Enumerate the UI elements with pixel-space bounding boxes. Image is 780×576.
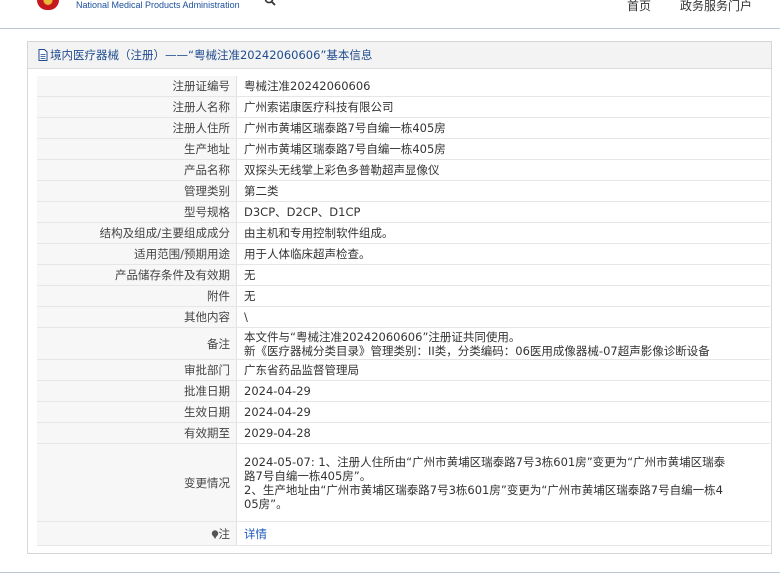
row-value: 第二类 — [236, 180, 770, 202]
row-key: 生效日期 — [37, 401, 237, 423]
table-row: 型号规格 D3CP、D2CP、D1CP — [37, 201, 770, 223]
table-row: 生产地址 广州市黄埔区瑞泰路7号自编一栋405房 — [37, 138, 770, 160]
row-value-line: 用于人体临床超声检查。 — [244, 247, 371, 261]
row-value-line: 第二类 — [244, 184, 279, 198]
row-key: 其他内容 — [37, 306, 237, 328]
document-icon — [38, 49, 48, 61]
row-key: 注 — [37, 521, 237, 546]
row-value: 详情 — [236, 521, 770, 546]
row-value-line: 2024-04-29 — [244, 405, 311, 419]
row-value: 粤械注准20242060606 — [236, 76, 770, 97]
panel-title: 境内医疗器械（注册）——“粤械注准20242060606”基本信息 — [50, 48, 373, 62]
national-emblem-icon — [37, 0, 59, 10]
table-row: 变更情况 2024-05-07: 1、注册人住所由“广州市黄埔区瑞泰路7号3栋60… — [37, 443, 770, 522]
row-value-line: 2029-04-28 — [244, 426, 311, 440]
row-key: 附件 — [37, 285, 237, 307]
row-value: 无 — [236, 285, 770, 307]
pin-icon — [211, 529, 218, 539]
table-row: 有效期至 2029-04-28 — [37, 422, 770, 444]
table-row: 附件无 — [37, 285, 770, 307]
row-value-line: 路7号自编一栋405房”。 — [244, 468, 372, 483]
row-key: 注册人住所 — [37, 117, 237, 139]
row-value-line: 无 — [244, 268, 256, 282]
row-value: 无 — [236, 264, 770, 286]
row-value-line: D3CP、D2CP、D1CP — [244, 205, 361, 219]
row-key: 生产地址 — [37, 138, 237, 160]
table-row: 结构及组成/主要组成成分 由主机和专用控制软件组成。 — [37, 222, 770, 244]
row-value-line: 粤械注准20242060606 — [244, 79, 371, 93]
row-value: D3CP、D2CP、D1CP — [236, 201, 770, 223]
row-key: 产品名称 — [37, 159, 237, 181]
row-value-line: 2024-05-07: 1、注册人住所由“广州市黄埔区瑞泰路7号3栋601房”变… — [244, 454, 726, 469]
table-row: 产品名称 双探头无线掌上彩色多普勒超声显像仪 — [37, 159, 770, 181]
table-row: 注册证编号 粤械注准20242060606 — [37, 76, 770, 97]
row-key: 管理类别 — [37, 180, 237, 202]
row-value: 用于人体临床超声检查。 — [236, 243, 770, 265]
row-value-line: 由主机和专用控制软件组成。 — [244, 226, 394, 240]
row-key: 变更情况 — [37, 443, 237, 522]
row-value-line: 05房”。 — [244, 496, 288, 511]
row-value: 广州索诺康医疗科技有限公司 — [236, 96, 770, 118]
row-value: 2024-04-29 — [236, 401, 770, 423]
table-row: 生效日期 2024-04-29 — [37, 401, 770, 423]
row-value: 2029-04-28 — [236, 422, 770, 444]
note-label: 注 — [218, 526, 231, 541]
search-icon[interactable] — [264, 0, 276, 6]
row-key: 有效期至 — [37, 422, 237, 444]
bottom-divider — [0, 572, 780, 573]
table-row: 产品储存条件及有效期无 — [37, 264, 770, 286]
row-value: 2024-05-07: 1、注册人住所由“广州市黄埔区瑞泰路7号3栋601房”变… — [236, 443, 770, 522]
row-value: 本文件与“粤械注准20242060606”注册证共同使用。 新《医疗器械分类目录》… — [236, 327, 770, 360]
table-row: 备注 本文件与“粤械注准20242060606”注册证共同使用。 新《医疗器械分类目… — [37, 327, 770, 360]
table-row-note: 注 详情 — [37, 521, 770, 546]
row-value: 广州市黄埔区瑞泰路7号自编一栋405房 — [236, 117, 770, 139]
row-key: 审批部门 — [37, 359, 237, 381]
table-row: 注册人名称 广州索诺康医疗科技有限公司 — [37, 96, 770, 118]
table-row: 其他内容 \ — [37, 306, 770, 328]
row-value: \ — [236, 306, 770, 328]
nav-home[interactable]: 首页 — [627, 0, 651, 13]
row-key: 产品储存条件及有效期 — [37, 264, 237, 286]
row-value-line: 广州市黄埔区瑞泰路7号自编一栋405房 — [244, 142, 446, 156]
top-header: National Medical Products Administration… — [0, 0, 780, 29]
row-value-line: 双探头无线掌上彩色多普勒超声显像仪 — [244, 163, 440, 177]
row-value-line: 广州索诺康医疗科技有限公司 — [244, 100, 394, 114]
row-key: 批准日期 — [37, 380, 237, 402]
row-value: 由主机和专用控制软件组成。 — [236, 222, 770, 244]
row-value-line: 无 — [244, 289, 256, 303]
row-key: 适用范围/预期用途 — [37, 243, 237, 265]
org-name: National Medical Products Administration — [76, 0, 240, 10]
row-value-line: 广州市黄埔区瑞泰路7号自编一栋405房 — [244, 121, 446, 135]
row-value-line: 广东省药品监督管理局 — [244, 363, 359, 377]
row-key: 结构及组成/主要组成成分 — [37, 222, 237, 244]
row-value: 双探头无线掌上彩色多普勒超声显像仪 — [236, 159, 770, 181]
row-key: 注册人名称 — [37, 96, 237, 118]
row-value: 广东省药品监督管理局 — [236, 359, 770, 381]
table-row: 审批部门 广东省药品监督管理局 — [37, 359, 770, 381]
row-value: 2024-04-29 — [236, 380, 770, 402]
row-value-line: 本文件与“粤械注准20242060606”注册证共同使用。 — [244, 329, 521, 344]
row-key: 型号规格 — [37, 201, 237, 223]
table-row: 适用范围/预期用途 用于人体临床超声检查。 — [37, 243, 770, 265]
row-value: 广州市黄埔区瑞泰路7号自编一栋405房 — [236, 138, 770, 160]
nav-service-portal[interactable]: 政务服务门户 — [680, 0, 752, 13]
device-info-table: 注册证编号 粤械注准20242060606 注册人名称 广州索诺康医疗科技有限公司 注册… — [37, 76, 770, 546]
row-key: 备注 — [37, 327, 237, 360]
table-row: 注册人住所 广州市黄埔区瑞泰路7号自编一栋405房 — [37, 117, 770, 139]
table-row: 批准日期 2024-04-29 — [37, 380, 770, 402]
row-key: 注册证编号 — [37, 76, 237, 97]
details-link[interactable]: 详情 — [244, 527, 267, 541]
row-value-line: 2、生产地址由“广州市黄埔区瑞泰路7号3栋601房”变更为“广州市黄埔区瑞泰路7… — [244, 482, 723, 497]
detail-panel: 境内医疗器械（注册）——“粤械注准20242060606”基本信息 注册证编号粤… — [27, 41, 772, 554]
panel-header: 境内医疗器械（注册）——“粤械注准20242060606”基本信息 — [28, 42, 771, 69]
row-value-line: 2024-04-29 — [244, 384, 311, 398]
table-row: 管理类别 第二类 — [37, 180, 770, 202]
row-value-line: \ — [244, 310, 248, 324]
row-value-line: 新《医疗器械分类目录》管理类别：II类，分类编码：06医用成像器械-07超声影像… — [244, 343, 710, 358]
